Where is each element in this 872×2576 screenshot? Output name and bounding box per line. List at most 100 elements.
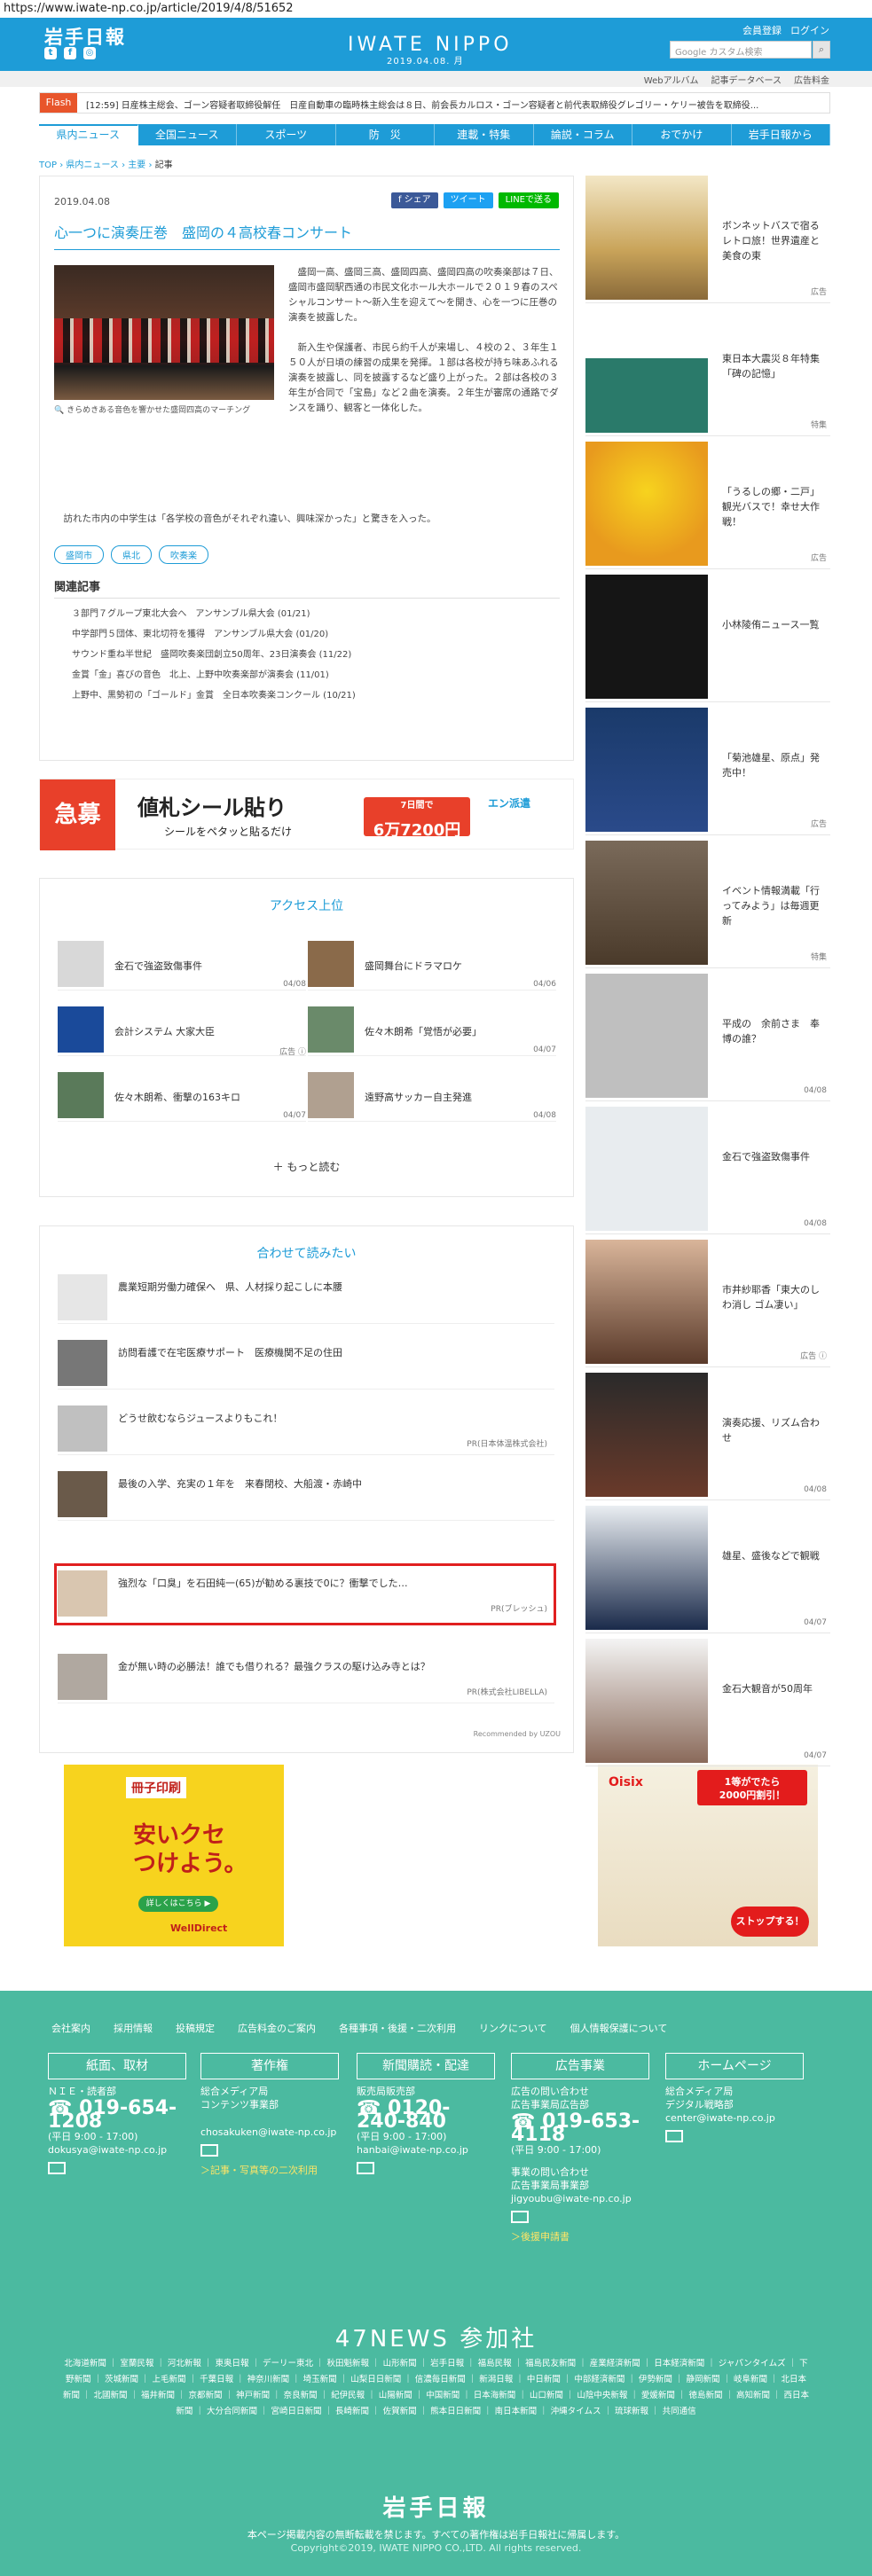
breadcrumb-main[interactable]: 主要 — [128, 161, 145, 170]
ranking-thumb — [308, 1006, 354, 1053]
sidebar-item[interactable]: 平成の 余前さま 奉博の誰？ 04/08 — [585, 974, 830, 1101]
address-bar[interactable]: https://www.iwate-np.co.jp/article/2019/… — [0, 0, 872, 18]
nav-local-news[interactable]: 県内ニュース — [39, 124, 138, 145]
sidebar-item[interactable]: イベント情報満載「行ってみよう」は毎週更新 特集 — [585, 841, 830, 968]
tag-morioka[interactable]: 盛岡市 — [54, 545, 104, 564]
footer-email[interactable]: hanbai@iwate-np.co.jp — [357, 2143, 495, 2157]
news47-papers[interactable]: 北海道新聞 ｜ 室蘭民報 ｜ 河北新報 ｜ 東奥日報 ｜ デーリー東北 ｜ 秋田… — [62, 2356, 810, 2420]
nav-series[interactable]: 連載・特集 — [435, 124, 534, 145]
ranking-item[interactable]: 佐々木朗希「覚悟が必要」 04/07 — [308, 1006, 556, 1056]
nav-from-iwate-nippo[interactable]: 岩手日報から — [732, 124, 830, 145]
footer-email[interactable]: chosakuken@iwate-np.co.jp — [200, 2126, 339, 2139]
footer-email[interactable]: center@iwate-np.co.jp — [665, 2111, 804, 2125]
ranking-item[interactable]: 盛岡舞台にドラマロケ 04/06 — [308, 941, 556, 990]
search-icon[interactable]: ⌕ — [813, 41, 830, 59]
footer-col-link[interactable]: ＞後援申請書 — [511, 2230, 649, 2243]
recommend-item[interactable]: どうせ飲むならジュースよりもこれ！ PR(日本体温株式会社) — [58, 1402, 554, 1455]
breadcrumb-local[interactable]: 県内ニュース — [66, 161, 119, 170]
ad-subtext: シールをペタッと貼るだけ — [164, 826, 293, 838]
flash-news[interactable]: Flash [12:59] 日産株主総会、ゴーン容疑者取締役解任 日産自動車の臨… — [39, 92, 830, 114]
footer-link-support[interactable]: 各種事項・後援・二次利用 — [339, 2021, 456, 2035]
flash-text[interactable]: [12:59] 日産株主総会、ゴーン容疑者取締役解任 日産自動車の臨時株主総会は… — [86, 98, 822, 111]
sidebar-item[interactable]: 小林陵侑ニュース一覧 — [585, 575, 830, 702]
sidebar-item[interactable]: ボンネットバスで宿るレトロ旅！世界遺産と美食の東 広告 — [585, 176, 830, 303]
phone-number[interactable]: ☎ 019-654-1208 — [48, 2099, 186, 2132]
footer-email[interactable]: jigyoubu@iwate-np.co.jp — [511, 2192, 649, 2205]
nav-editorial[interactable]: 論説・コラム — [534, 124, 632, 145]
related-article-link[interactable]: サウンド重ね半世紀 盛岡吹奏楽団創立50周年、23日演奏会 (11/22) — [72, 646, 551, 667]
footer-col-link[interactable]: ＞記事・写真等の二次利用 — [200, 2164, 339, 2177]
twitter-icon[interactable]: t — [44, 47, 57, 59]
sidebar-item[interactable]: 金石で強盗致傷事件 04/08 — [585, 1107, 830, 1234]
sidebar-item[interactable]: 演奏応援、リズム合わせ 04/08 — [585, 1373, 830, 1500]
ranking-item-date: 広告 ⓘ — [279, 1048, 306, 1057]
login-link[interactable]: ログイン — [790, 23, 829, 37]
tag-suisogaku[interactable]: 吹奏楽 — [159, 545, 208, 564]
mail-icon[interactable] — [511, 2211, 529, 2223]
related-article-link[interactable]: 上野中、黒勢初の「ゴールド」金賞 全日本吹奏楽コンクール (10/21) — [72, 687, 551, 708]
sidebar-item[interactable]: 「菊池雄星、原点」発売中！ 広告 — [585, 708, 830, 835]
recommend-item[interactable]: 強烈な「口臭」を石田純一(65)が勧める裏技で0に？衝撃でした… PR(ブレッシ… — [58, 1567, 554, 1620]
nav-outing[interactable]: おでかけ — [632, 124, 732, 145]
recommend-item[interactable]: 最後の入学、充実の１年を 来春閉校、大船渡・赤崎中 — [58, 1468, 554, 1521]
bottom-ad-left-brand: WellDirect — [170, 1922, 228, 1934]
sidebar-item-tag: 広告 ⓘ — [800, 1352, 827, 1361]
related-article-link[interactable]: ３部門７グループ東北大会へ アンサンブル県大会 (01/21) — [72, 606, 551, 626]
ranking-item-date: 04/07 — [533, 1045, 556, 1054]
ad-rates-link[interactable]: 広告料金 — [794, 73, 829, 86]
sidebar-item-tag: 04/08 — [804, 1086, 827, 1095]
related-article-link[interactable]: 中学部門５団体、東北切符を獲得 アンサンブル県大会 (01/20) — [72, 626, 551, 646]
bottom-ad-left-button[interactable]: 詳しくはこちら ▶ — [138, 1896, 218, 1912]
ad-banner[interactable]: 急募 値札シール貼り シールをペタッと貼るだけ 7日間で 6万7200円 エン派遣 — [39, 779, 574, 850]
facebook-share-button[interactable]: f シェア — [390, 192, 438, 208]
ranking-item[interactable]: 佐々木朗希、衝撃の163キロ 04/07 — [58, 1072, 306, 1122]
facebook-icon[interactable]: f — [64, 47, 76, 59]
breadcrumb-top[interactable]: TOP — [39, 161, 57, 170]
related-article-link[interactable]: 金賞「金」喜びの音色 北上、上野中吹奏楽部が演奏会 (11/01) — [72, 667, 551, 687]
more-button[interactable]: ＋ もっと読む — [40, 1159, 573, 1174]
bottom-ad-right[interactable]: Oisix 1等がでたら 2000円割引！ ストップする！ — [598, 1765, 818, 1946]
sidebar-item[interactable]: 雄星、盛後などで観戦 04/07 — [585, 1506, 830, 1633]
sidebar-item-text: 演奏応援、リズム合わせ — [722, 1417, 820, 1444]
sidebar-item[interactable]: 「うるしの郷・二戸」観光バスで！幸せ大作戦！ 広告 — [585, 442, 830, 569]
nav-national-news[interactable]: 全国ニュース — [138, 124, 237, 145]
mail-icon[interactable] — [200, 2144, 218, 2157]
mail-icon[interactable] — [665, 2130, 683, 2142]
footer-link-recruit[interactable]: 採用情報 — [114, 2021, 153, 2035]
ranking-item[interactable]: 遠野高サッカー自主発進 04/08 — [308, 1072, 556, 1122]
footer-logo[interactable]: 岩手日報 — [0, 2490, 872, 2523]
recommend-item[interactable]: 農業短期労働力確保へ 県、人材採り起こしに本腰 — [58, 1271, 554, 1324]
footer-link-links[interactable]: リンクについて — [479, 2021, 547, 2035]
footer-email[interactable]: dokusya@iwate-np.co.jp — [48, 2143, 186, 2157]
footer-col-heading: 著作権 — [200, 2053, 339, 2079]
twitter-share-button[interactable]: ツイート — [443, 192, 493, 208]
nav-sports[interactable]: スポーツ — [237, 124, 336, 145]
phone-number[interactable]: ☎ 019-653-4118 — [511, 2112, 649, 2145]
sidebar-item[interactable]: 東日本大震災８年特集「碑の記憶」 特集 — [585, 309, 830, 436]
bottom-ad-right-button[interactable]: ストップする！ — [731, 1907, 809, 1937]
ranking-item[interactable]: 会計システム 大家大臣 広告 ⓘ — [58, 1006, 306, 1057]
tag-kenpoku[interactable]: 県北 — [111, 545, 152, 564]
recommend-item[interactable]: 金が無い時の必勝法！誰でも借りれる？最強クラスの駆け込み寺とは？ PR(株式会社… — [58, 1650, 554, 1703]
article-photo[interactable] — [54, 265, 274, 400]
ranking-item[interactable]: 金石で強盗致傷事件 04/08 — [58, 941, 306, 990]
web-album-link[interactable]: Webアルバム — [644, 73, 699, 86]
recommend-item[interactable]: 訪問看護で在宅医療サポート 医療機関不足の住田 — [58, 1336, 554, 1390]
footer-link-rules[interactable]: 投稿規定 — [176, 2021, 215, 2035]
member-register-link[interactable]: 会員登録 — [742, 23, 782, 37]
sidebar-item[interactable]: 金石大観音が50周年 04/07 — [585, 1639, 830, 1766]
instagram-icon[interactable]: ◎ — [83, 47, 96, 59]
nav-disaster[interactable]: 防 災 — [336, 124, 435, 145]
line-share-button[interactable]: LINEで送る — [498, 192, 559, 208]
footer-link-privacy[interactable]: 個人情報保護について — [570, 2021, 668, 2035]
search-input[interactable]: Google カスタム検索 — [670, 41, 812, 59]
sidebar-item[interactable]: 市井紗耶香「東大のしわ消し ゴム凄い」 広告 ⓘ — [585, 1240, 830, 1367]
footer-link-ad-rates[interactable]: 広告料金のご案内 — [238, 2021, 316, 2035]
article-db-link[interactable]: 記事データベース — [711, 73, 782, 86]
mail-icon[interactable] — [48, 2162, 66, 2174]
bottom-ad-left[interactable]: 冊子印刷 安いクセ つけよう。 詳しくはこちら ▶ WellDirect — [64, 1765, 284, 1946]
footer-link-company[interactable]: 会社案内 — [51, 2021, 90, 2035]
mail-icon[interactable] — [357, 2162, 374, 2174]
site-logo[interactable]: 岩手日報 — [44, 23, 126, 50]
phone-number[interactable]: ☎ 0120-240-840 — [357, 2099, 495, 2132]
